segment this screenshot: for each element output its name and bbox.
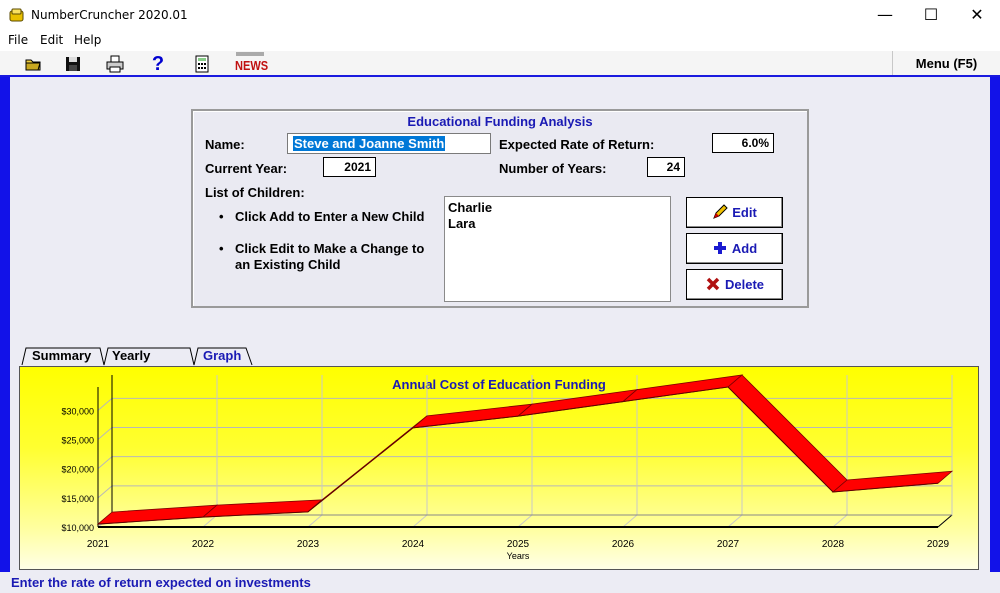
x-tick-label: 2029	[927, 539, 950, 550]
num-years-label: Number of Years:	[499, 161, 607, 176]
menu-bar: File Edit Help	[0, 30, 1000, 51]
x-axis-depth	[937, 514, 953, 528]
menu-f5-button[interactable]: Menu (F5)	[892, 51, 1000, 75]
bullet-dot-1: •	[219, 209, 224, 224]
funding-panel: Educational Funding Analysis Name: Steve…	[191, 109, 809, 308]
close-button[interactable]: ✕	[954, 0, 1000, 30]
x-tick-label: 2028	[822, 539, 845, 550]
rate-input[interactable]: 6.0%	[712, 133, 774, 153]
calculator-icon[interactable]	[192, 54, 212, 74]
cost-chart: $10,000 $15,000 $20,000 $25,000 $30,000 2021 2…	[61, 374, 954, 561]
x-icon	[706, 277, 720, 291]
y-tick-label: $30,000	[61, 406, 94, 416]
x-tick-label: 2027	[717, 539, 740, 550]
list-item[interactable]: Lara	[448, 216, 667, 232]
status-text: Enter the rate of return expected on inv…	[11, 575, 311, 590]
pencil-icon	[713, 204, 728, 219]
y-tick-label: $20,000	[61, 465, 94, 475]
rate-label: Expected Rate of Return:	[499, 137, 655, 152]
edit-label: Edit	[732, 205, 757, 220]
bullet-edit-text: Click Edit to Make a Change to	[235, 241, 425, 256]
chart-panel: Annual Cost of Education Funding $10,000…	[19, 366, 979, 570]
series-segment	[516, 388, 639, 417]
x-tick-label: 2024	[402, 539, 425, 550]
x-tick-label: 2025	[507, 539, 530, 550]
grid-line	[727, 514, 743, 528]
edit-button[interactable]: Edit	[686, 197, 783, 228]
status-bar: Enter the rate of return expected on inv…	[0, 572, 1000, 593]
open-folder-icon[interactable]	[23, 54, 43, 74]
current-year-input[interactable]: 2021	[323, 157, 376, 177]
x-tick-label: 2026	[612, 539, 635, 550]
help-icon[interactable]: ?	[148, 54, 168, 74]
add-button[interactable]: Add	[686, 233, 783, 264]
current-year-label: Current Year:	[205, 161, 288, 176]
grid-line	[97, 456, 113, 470]
toolbar: ? NEWS Menu (F5)	[0, 51, 1000, 77]
grid-line	[97, 485, 113, 499]
x-tick-label: 2022	[192, 539, 215, 550]
plus-icon	[713, 242, 726, 254]
list-item[interactable]: Charlie	[448, 200, 667, 216]
tab-graph[interactable]: Graph	[195, 347, 249, 366]
series-segment	[411, 403, 534, 429]
series-segment	[727, 374, 848, 493]
num-years-input[interactable]: 24	[647, 157, 685, 177]
print-icon[interactable]	[105, 54, 125, 74]
delete-label: Delete	[724, 277, 765, 292]
x-tick-label: 2023	[297, 539, 320, 550]
grid-line	[97, 427, 113, 440]
panel-title: Educational Funding Analysis	[407, 114, 593, 129]
news-button[interactable]: NEWS	[235, 58, 268, 73]
add-label: Add	[731, 241, 758, 256]
series-segment	[96, 504, 219, 525]
save-icon[interactable]	[63, 54, 83, 74]
menu-edit[interactable]: Edit	[40, 33, 63, 47]
y-tick-label: $15,000	[61, 494, 94, 504]
menu-help[interactable]: Help	[74, 33, 101, 47]
delete-button[interactable]: Delete	[686, 269, 783, 300]
name-label: Name:	[205, 137, 245, 152]
title-bar: NumberCruncher 2020.01 — ☐ ✕	[0, 0, 1000, 30]
children-label: List of Children:	[205, 185, 305, 200]
grid-line	[832, 514, 848, 528]
name-input[interactable]: Steve and Joanne Smith	[287, 133, 491, 154]
news-icon-bar	[236, 52, 264, 56]
grid-line	[622, 514, 638, 528]
series-segment	[831, 470, 954, 493]
app-icon	[9, 8, 24, 22]
x-axis-label: Years	[507, 551, 530, 561]
x-tick-label: 2021	[87, 539, 110, 550]
bullet-dot-2: •	[219, 241, 224, 256]
grid-line	[97, 397, 113, 411]
y-tick-label: $25,000	[61, 436, 94, 446]
tab-yearly-cost[interactable]: Yearly Cost	[104, 347, 158, 381]
grid-line	[517, 514, 533, 528]
tab-summary[interactable]: Summary	[24, 347, 99, 366]
maximize-button[interactable]: ☐	[908, 0, 954, 30]
children-listbox[interactable]: Charlie Lara	[444, 196, 671, 302]
grid-line	[412, 514, 428, 528]
window-title: NumberCruncher 2020.01	[31, 8, 188, 22]
name-value: Steve and Joanne Smith	[293, 136, 446, 151]
series-segment	[621, 374, 744, 403]
y-tick-label: $10,000	[61, 523, 94, 533]
bullet-add-text: Click Add to Enter a New Child	[235, 209, 425, 224]
menu-file[interactable]: File	[8, 33, 28, 47]
minimize-button[interactable]: —	[862, 0, 908, 30]
grid-line	[307, 514, 323, 528]
bullet-edit-text-2: an Existing Child	[235, 257, 341, 272]
